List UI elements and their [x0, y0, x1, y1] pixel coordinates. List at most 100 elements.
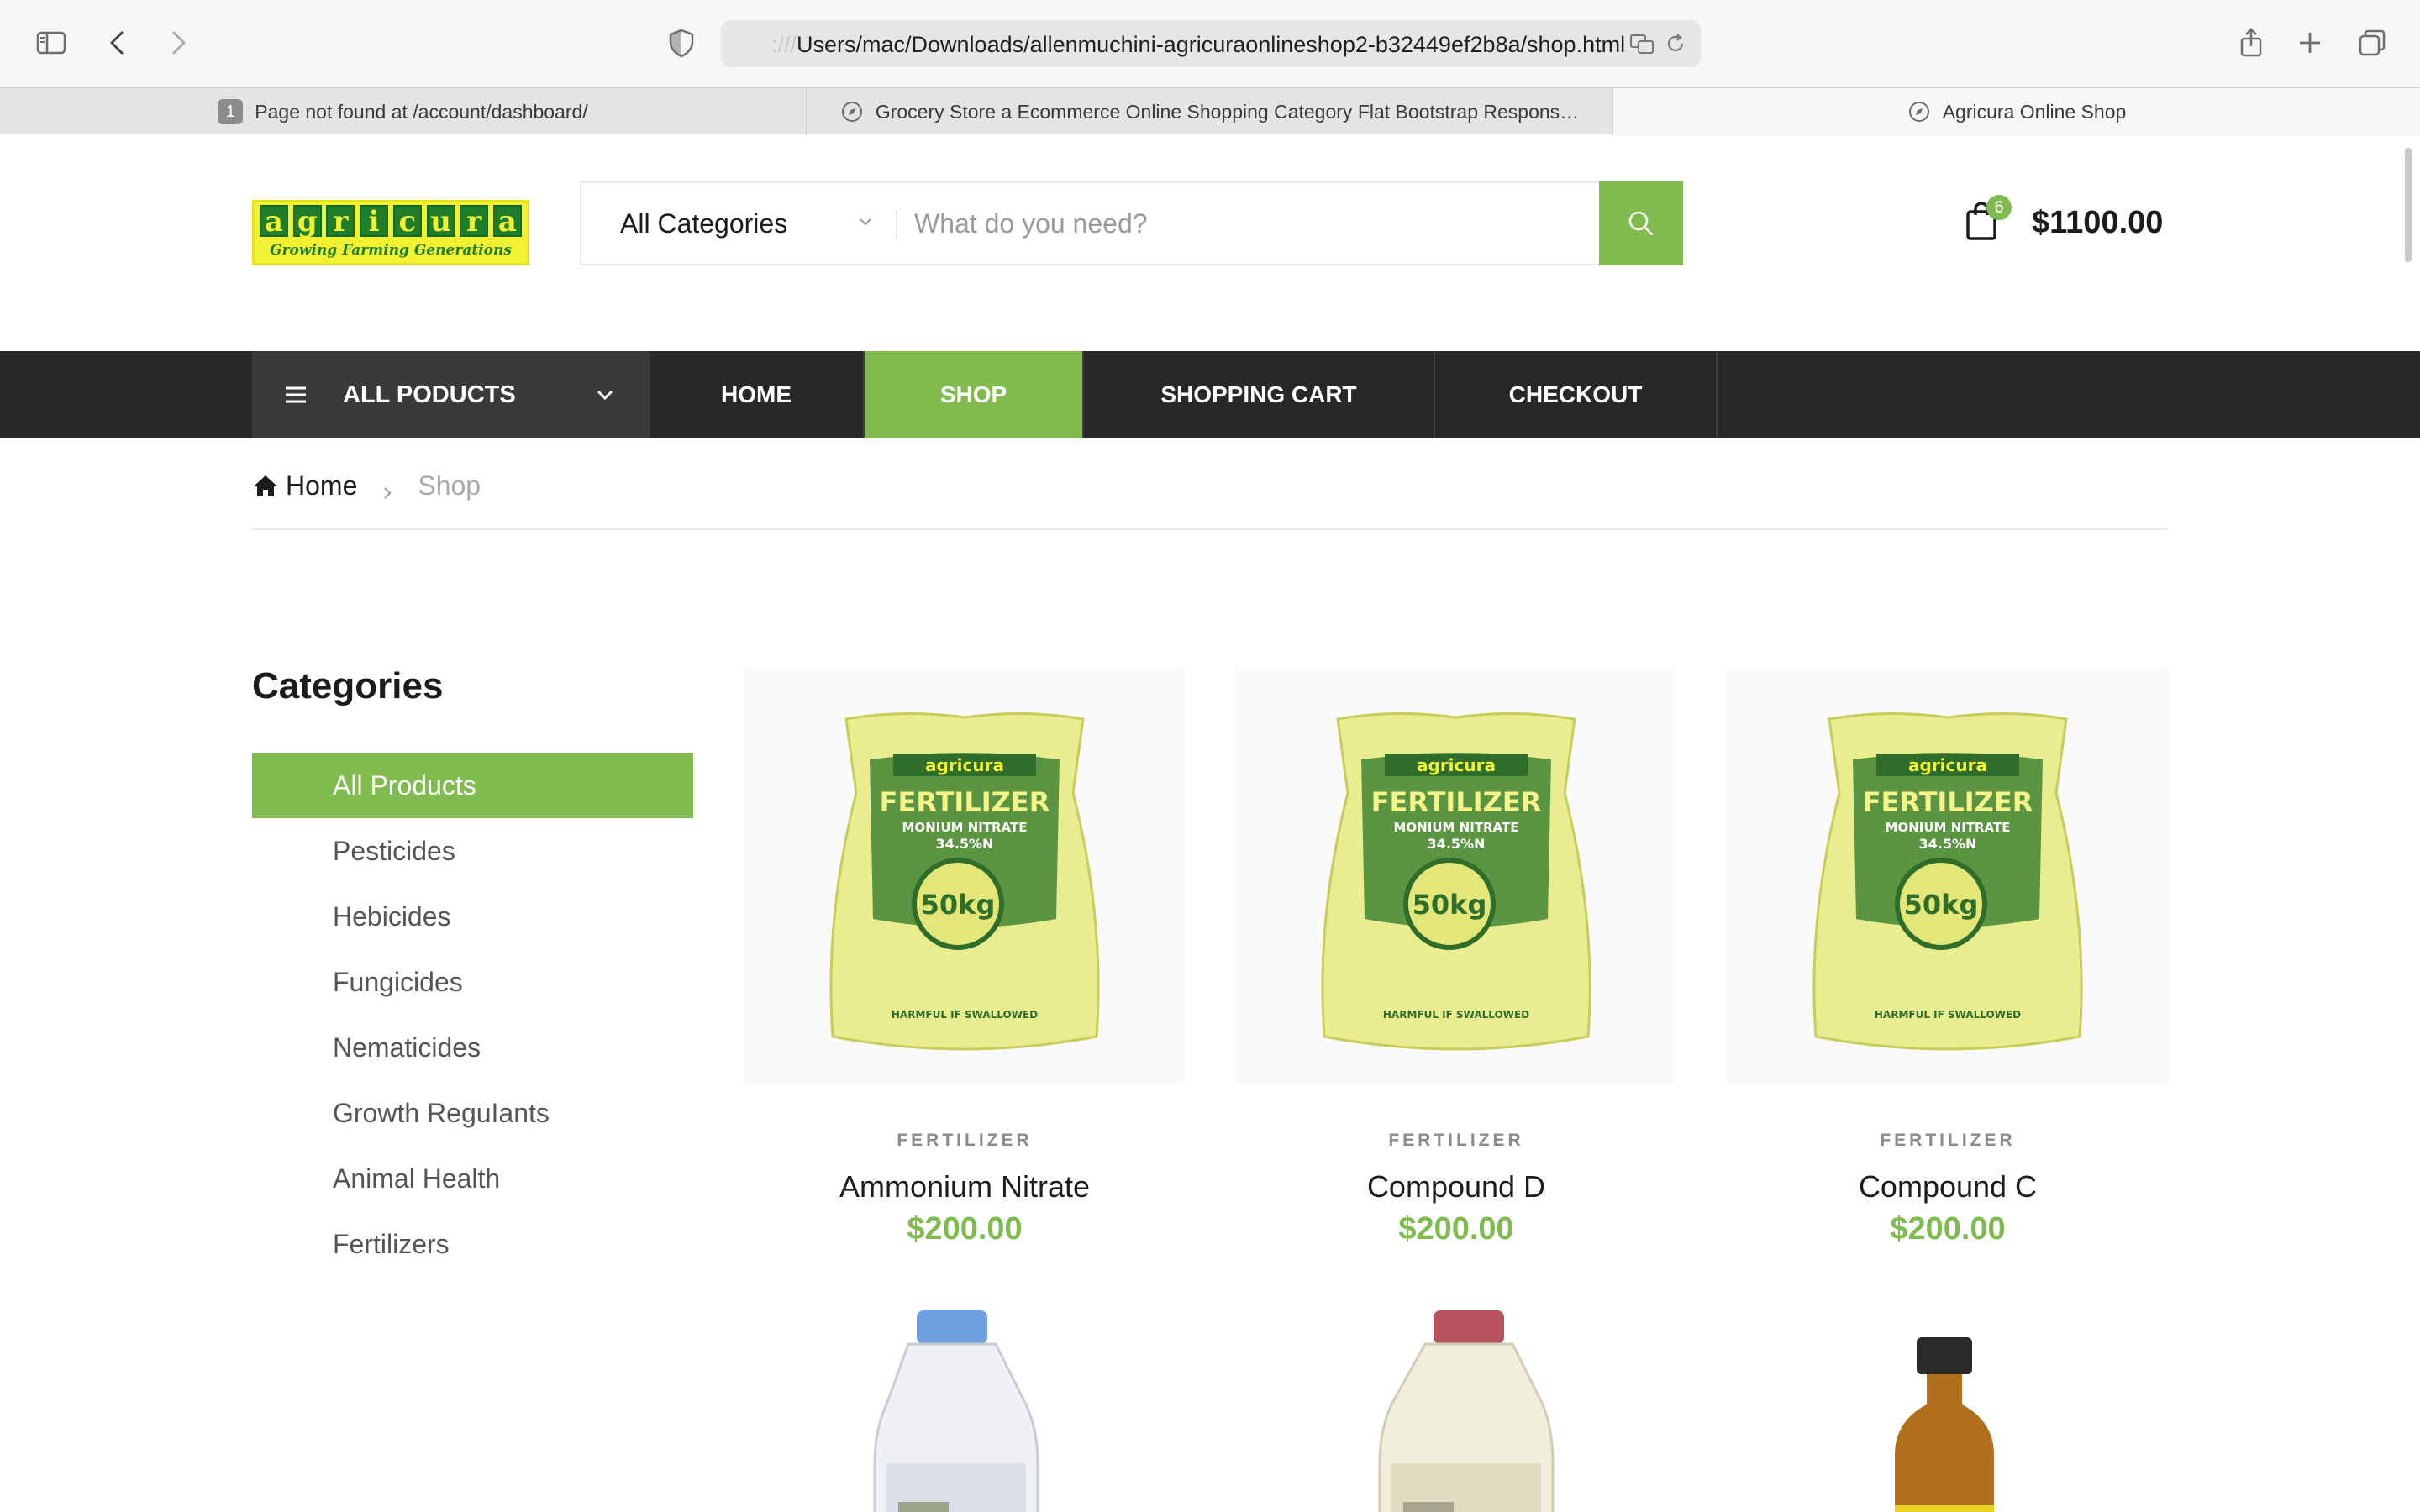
- nav-shop[interactable]: SHOP: [865, 351, 1084, 438]
- svg-text:HARMFUL IF SWALLOWED: HARMFUL IF SWALLOWED: [1383, 1009, 1529, 1021]
- category-select-value: All Categories: [620, 207, 788, 239]
- translate-icon[interactable]: [1628, 30, 1655, 57]
- category-item-fertilizers[interactable]: Fertilizers: [252, 1211, 693, 1277]
- tab-title: Page not found at /account/dashboard/: [255, 100, 588, 123]
- nav-home[interactable]: HOME: [650, 351, 865, 438]
- page-scrollbar[interactable]: [2405, 148, 2412, 262]
- tab-page-not-found[interactable]: 1 Page not found at /account/dashboard/: [0, 88, 807, 135]
- fertilizer-bag-image: agricura FERTILIZER MONIUM NITRATE 34.5%…: [1321, 711, 1591, 1051]
- new-tab-icon[interactable]: [2291, 24, 2329, 62]
- nav-shopping-cart[interactable]: SHOPPING CART: [1084, 351, 1435, 438]
- privacy-shield-icon[interactable]: [662, 24, 701, 62]
- category-item-growth-regulants[interactable]: Growth ReguIants: [252, 1080, 693, 1146]
- logo-tagline: Growing Farming Generations: [270, 242, 512, 259]
- svg-text:HARMFUL IF SWALLOWED: HARMFUL IF SWALLOWED: [1875, 1009, 2021, 1021]
- sidebar-toggle-icon[interactable]: [32, 24, 71, 62]
- reload-icon[interactable]: [1662, 30, 1689, 57]
- categories-title: Categories: [252, 665, 444, 706]
- svg-text:50kg: 50kg: [921, 889, 996, 921]
- product-image[interactable]: [1727, 1304, 2169, 1512]
- product-image[interactable]: agricura FERTILIZER MONIUM NITRATE 34.5%…: [1235, 667, 1677, 1084]
- category-item-animal-health[interactable]: Animal Health: [252, 1146, 693, 1211]
- search-input[interactable]: [914, 195, 1628, 252]
- svg-text:MONIUM NITRATE: MONIUM NITRATE: [1886, 820, 2011, 835]
- category-item-nematicides[interactable]: Nematicides: [252, 1015, 693, 1080]
- jerrycan-blue-cap-image: [873, 1310, 1039, 1512]
- nav-checkout[interactable]: CHECKOUT: [1435, 351, 1718, 438]
- back-icon[interactable]: [99, 24, 138, 62]
- svg-text:agricura: agricura: [1908, 755, 1987, 775]
- breadcrumb-home[interactable]: Home: [286, 470, 357, 501]
- svg-text:34.5%N: 34.5%N: [1919, 836, 1977, 852]
- search-button[interactable]: [1599, 181, 1683, 265]
- product-name[interactable]: Ammonium Nitrate: [744, 1169, 1186, 1205]
- fertilizer-bag-image: agricura FERTILIZER MONIUM NITRATE 34.5%…: [1812, 711, 2083, 1051]
- forward-icon[interactable]: [158, 24, 197, 62]
- product-name[interactable]: Compound C: [1727, 1169, 2169, 1205]
- search-bar: All Categories: [580, 181, 1683, 265]
- product-price: $200.00: [1398, 1211, 1514, 1247]
- category-item-all-products[interactable]: All Products: [252, 753, 693, 818]
- hamburger-icon: [282, 381, 309, 408]
- svg-text:FERTILIZER: FERTILIZER: [1863, 786, 2033, 818]
- search-icon: [1628, 211, 1654, 236]
- tab-title: Agricura Online Shop: [1942, 100, 2127, 123]
- tab-strip: 1 Page not found at /account/dashboard/ …: [0, 87, 2420, 135]
- address-url: :///Users/mac/Downloads/allenmuchini-agr…: [771, 32, 1626, 57]
- all-products-label: ALL PODUCTS: [343, 381, 516, 408]
- svg-text:34.5%N: 34.5%N: [936, 836, 994, 852]
- category-item-pesticides[interactable]: Pesticides: [252, 818, 693, 884]
- jerrycan-red-cap-image: [1378, 1310, 1555, 1512]
- svg-text:agricura: agricura: [1417, 755, 1496, 775]
- svg-text:FERTILIZER: FERTILIZER: [880, 786, 1050, 818]
- category-list: All Products Pesticides Hebicides Fungic…: [252, 753, 693, 1277]
- cart-total[interactable]: $1100.00: [2032, 205, 2163, 241]
- divider: [252, 528, 2168, 530]
- product-image[interactable]: agricura FERTILIZER MONIUM NITRATE 34.5%…: [744, 667, 1186, 1084]
- browser-toolbar: :///Users/mac/Downloads/allenmuchini-agr…: [0, 0, 2420, 87]
- address-bar[interactable]: :///Users/mac/Downloads/allenmuchini-agr…: [721, 20, 1701, 67]
- chevron-right-icon: [379, 477, 396, 499]
- category-select[interactable]: All Categories: [581, 183, 896, 264]
- all-products-dropdown[interactable]: ALL PODUCTS: [252, 351, 650, 438]
- svg-text:MONIUM NITRATE: MONIUM NITRATE: [1394, 820, 1519, 835]
- chevron-down-icon: [593, 383, 617, 407]
- main-nav: ALL PODUCTS HOME SHOP SHOPPING CART CHEC…: [0, 351, 2420, 438]
- amber-bottle-image: [1895, 1337, 1994, 1512]
- fertilizer-bag-image: agricura FERTILIZER MONIUM NITRATE 34.5%…: [829, 711, 1100, 1051]
- svg-text:50kg: 50kg: [1904, 889, 1979, 921]
- svg-text:MONIUM NITRATE: MONIUM NITRATE: [902, 820, 1028, 835]
- tab-overview-icon[interactable]: [2353, 24, 2391, 62]
- svg-text:FERTILIZER: FERTILIZER: [1371, 786, 1542, 818]
- product-price: $200.00: [907, 1211, 1023, 1247]
- product-category: FERTILIZER: [1388, 1131, 1524, 1150]
- product-image[interactable]: [744, 1304, 1186, 1512]
- svg-text:34.5%N: 34.5%N: [1428, 836, 1486, 852]
- product-image[interactable]: [1235, 1304, 1677, 1512]
- tab-grocery-store[interactable]: Grocery Store a Ecommerce Online Shoppin…: [807, 88, 1613, 135]
- svg-text:HARMFUL IF SWALLOWED: HARMFUL IF SWALLOWED: [892, 1009, 1038, 1021]
- category-item-hebicides[interactable]: Hebicides: [252, 884, 693, 949]
- product-image[interactable]: agricura FERTILIZER MONIUM NITRATE 34.5%…: [1727, 667, 2169, 1084]
- svg-text:50kg: 50kg: [1413, 889, 1487, 921]
- logo-wordmark: a g r i c u r a: [260, 205, 522, 239]
- compass-icon: [1907, 100, 1931, 123]
- divider: [896, 210, 897, 239]
- product-name[interactable]: Compound D: [1235, 1169, 1677, 1205]
- site-logo[interactable]: a g r i c u r a Growing Farming Generati…: [252, 200, 529, 265]
- home-icon[interactable]: [252, 472, 279, 499]
- product-category: FERTILIZER: [897, 1131, 1033, 1150]
- breadcrumb-current: Shop: [418, 470, 481, 501]
- product-price: $200.00: [1890, 1211, 2006, 1247]
- share-icon[interactable]: [2232, 24, 2270, 62]
- compass-icon: [840, 100, 864, 123]
- tab-title: Grocery Store a Ecommerce Online Shoppin…: [875, 100, 1580, 123]
- category-item-fungicides[interactable]: Fungicides: [252, 949, 693, 1015]
- product-category: FERTILIZER: [1880, 1131, 2016, 1150]
- tab-number-badge: 1: [218, 99, 244, 124]
- breadcrumb: Home Shop: [252, 467, 481, 504]
- tab-agricura-shop[interactable]: Agricura Online Shop: [1613, 88, 2420, 135]
- svg-text:agricura: agricura: [925, 755, 1004, 775]
- cart-count-badge: 6: [1986, 195, 2012, 220]
- chevron-down-icon[interactable]: [855, 212, 876, 232]
